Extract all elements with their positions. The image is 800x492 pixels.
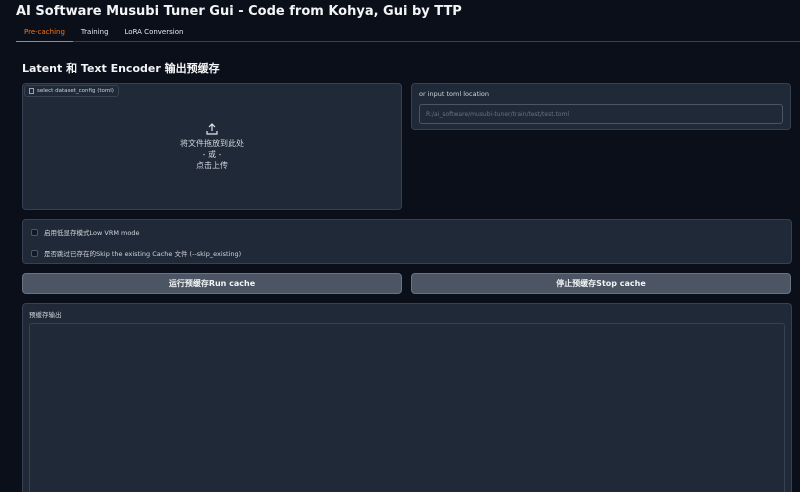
low-vram-option[interactable]: 启用低显存模式Low VRM mode xyxy=(31,227,139,237)
file-upload-label-text: select dataset_config (toml) xyxy=(37,88,114,94)
upload-icon xyxy=(206,123,218,135)
drop-text: 将文件拖放到此处 xyxy=(180,139,244,148)
toml-location-label: or input toml location xyxy=(419,90,490,98)
low-vram-checkbox[interactable] xyxy=(31,228,38,236)
run-cache-button[interactable]: 运行预缓存Run cache xyxy=(22,273,402,294)
file-icon xyxy=(29,88,34,94)
skip-existing-option[interactable]: 是否跳过已存在的Skip the existing Cache 文件 (--sk… xyxy=(31,248,241,258)
click-upload-text[interactable]: 点击上传 xyxy=(23,160,401,171)
or-text: - 或 - xyxy=(202,150,222,159)
file-upload-label: select dataset_config (toml) xyxy=(24,85,119,97)
tab-pre-caching[interactable]: Pre-caching xyxy=(16,26,73,42)
toml-location-input[interactable] xyxy=(419,104,783,124)
toml-location-panel: or input toml location xyxy=(411,83,791,130)
options-panel: 启用低显存模式Low VRM mode 是否跳过已存在的Skip the exi… xyxy=(22,219,792,264)
low-vram-label: 启用低显存模式Low VRM mode xyxy=(44,229,140,237)
tab-lora-conversion[interactable]: LoRA Conversion xyxy=(117,26,192,42)
stop-cache-button[interactable]: 停止预缓存Stop cache xyxy=(411,273,791,294)
app-title: AI Software Musubi Tuner Gui - Code from… xyxy=(16,4,462,19)
tab-training[interactable]: Training xyxy=(73,26,117,42)
file-upload-dropzone[interactable]: select dataset_config (toml) 将文件拖放到此处 - … xyxy=(22,83,402,210)
cache-output-label: 预缓存输出 xyxy=(29,311,62,319)
section-title: Latent 和 Text Encoder 输出预缓存 xyxy=(22,62,220,75)
cache-output-textarea[interactable] xyxy=(29,323,785,492)
skip-existing-checkbox[interactable] xyxy=(31,249,38,257)
skip-existing-label: 是否跳过已存在的Skip the existing Cache 文件 (--sk… xyxy=(44,250,242,258)
upload-prompt: 将文件拖放到此处 - 或 - 点击上传 xyxy=(23,122,401,171)
cache-output-panel: 预缓存输出 xyxy=(22,303,792,492)
tab-bar: Pre-caching Training LoRA Conversion xyxy=(16,26,800,42)
